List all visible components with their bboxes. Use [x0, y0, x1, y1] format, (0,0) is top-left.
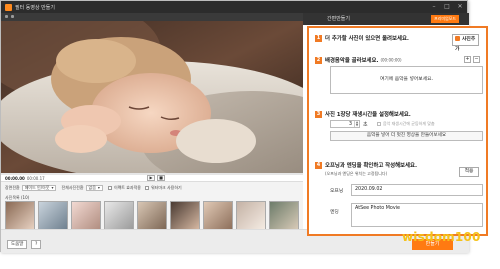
- ending-label: 엔딩: [330, 210, 339, 215]
- ending-input[interactable]: AtSee Photo Movie: [351, 203, 483, 227]
- transition-label: 장면전환: [5, 184, 20, 190]
- step-title: 사진 1장당 재생시간을 설정해보세요.: [325, 112, 411, 118]
- play-button[interactable]: ▶: [147, 175, 155, 181]
- auto-fit-checkbox[interactable]: [377, 122, 381, 126]
- preview-toolbar: [1, 13, 303, 21]
- photo-thumbnail[interactable]: [236, 201, 266, 231]
- step-number: 2: [315, 56, 322, 64]
- photo-thumbnail[interactable]: [5, 201, 35, 231]
- watermark-checkbox-label: 워터마크 사용하기: [150, 184, 182, 190]
- effect-label: 전체사진전환: [61, 184, 84, 190]
- auto-fit-option[interactable]: 음악 재생시간에 균등하게 맞춤: [377, 121, 435, 127]
- duration-unit: 초: [363, 122, 368, 128]
- photo-thumbnail[interactable]: [203, 201, 233, 231]
- tab-easy-mode[interactable]: 간편만들기: [327, 15, 350, 23]
- photo-thumbnail[interactable]: [170, 201, 200, 231]
- watermark-text: wisdom100: [402, 230, 481, 244]
- premium-mode-button[interactable]: 프리미엄모드: [431, 15, 460, 23]
- watermark-checkbox[interactable]: [144, 185, 149, 190]
- step-background-music: 2 배경음악을 골라보세요. (00:00:00) + − 여기에 음악을 넣어보…: [315, 56, 483, 96]
- photo-thumbnail[interactable]: [38, 201, 68, 231]
- music-hint-button[interactable]: 음악을 넣어 더 멋진 영상을 만들어보세요: [330, 131, 483, 141]
- effect-checkbox-label: 이펙트 효과적용: [113, 184, 141, 190]
- step-number: 4: [315, 161, 322, 169]
- step-add-photos: 1더 추가할 사진이 있으면 올려보세요. 사진추가: [315, 34, 483, 52]
- playback-bar: 00:00.00 00:00.17 ▶ ■: [1, 173, 303, 182]
- step-title: 배경음악을 골라보세요.: [325, 58, 379, 64]
- apply-button[interactable]: 적용: [459, 167, 479, 177]
- transition-select[interactable]: 페이드 인/아웃 ▾: [21, 184, 57, 191]
- chevron-down-icon: ▾: [51, 184, 54, 190]
- stepper-arrows-icon[interactable]: ▲ ▼: [354, 121, 359, 127]
- effect-select[interactable]: 없음 ▾: [85, 184, 103, 191]
- opening-label: 오프닝: [330, 189, 344, 194]
- effect-checkbox[interactable]: [107, 185, 112, 190]
- music-drop-area[interactable]: 여기에 음악을 넣어보세요.: [330, 66, 483, 94]
- time-display: 00:00.00 00:00.17: [5, 176, 45, 181]
- remove-music-button[interactable]: −: [473, 56, 480, 63]
- toolbar-icon[interactable]: [5, 15, 8, 18]
- step-duration: 3 사진 1장당 재생시간을 설정해보세요. 3 ▲ ▼ 초 음악 재생시간에 균등하…: [315, 110, 483, 144]
- photo-thumbnail[interactable]: [269, 201, 299, 231]
- photo-thumbnail[interactable]: [71, 201, 101, 231]
- step-title: 오프닝과 엔딩을 확인하고 작성해보세요.: [325, 163, 417, 169]
- add-photo-button[interactable]: 사진추가: [452, 34, 479, 52]
- step-number: 1: [315, 34, 322, 42]
- mode-tabs: 간편만들기 프리미엄모드: [303, 13, 469, 25]
- window-controls: – □ ✕: [430, 3, 464, 11]
- close-icon[interactable]: ✕: [456, 3, 464, 11]
- step-title: 더 추가할 사진이 있으면 올려보세요.: [325, 36, 409, 42]
- step-opening-ending: 4 오프닝과 엔딩을 확인하고 작성해보세요. (오프닝과 엔딩은 위치는 고정됩…: [315, 161, 483, 231]
- help-button[interactable]: 도움말: [7, 240, 28, 249]
- sleeping-baby-image: [1, 21, 303, 173]
- question-button[interactable]: ?: [31, 240, 42, 249]
- stop-button[interactable]: ■: [157, 175, 165, 181]
- step-number: 3: [315, 110, 322, 118]
- maximize-icon[interactable]: □: [443, 3, 451, 11]
- duration-stepper[interactable]: 3 ▲ ▼: [330, 120, 360, 128]
- window-title: 필터 동영상 만들기: [15, 4, 55, 11]
- app-logo-icon: [5, 3, 12, 11]
- chevron-down-icon: ▾: [97, 184, 100, 190]
- steps-panel: 1더 추가할 사진이 있으면 올려보세요. 사진추가 2 배경음악을 골라보세요.…: [307, 26, 488, 236]
- opening-input[interactable]: 2020.09.02: [351, 184, 483, 196]
- effect-options: 장면전환 페이드 인/아웃 ▾ 전체사진전환 없음 ▾ 이펙트 효과적용 워터마크 …: [1, 183, 303, 192]
- music-duration: (00:00:00): [380, 57, 402, 63]
- preview-pane: 00:00.00 00:00.17 ▶ ■ 장면전환 페이드 인/아웃 ▾ 전체사진…: [1, 13, 303, 253]
- add-music-button[interactable]: +: [464, 56, 471, 63]
- title-bar: 필터 동영상 만들기 – □ ✕: [1, 1, 467, 13]
- photo-preview: [1, 21, 303, 173]
- photo-thumbnail[interactable]: [104, 201, 134, 231]
- photo-icon: [455, 36, 460, 41]
- toolbar-icon[interactable]: [11, 15, 14, 18]
- photo-thumbnail[interactable]: [137, 201, 167, 231]
- minimize-icon[interactable]: –: [430, 3, 438, 11]
